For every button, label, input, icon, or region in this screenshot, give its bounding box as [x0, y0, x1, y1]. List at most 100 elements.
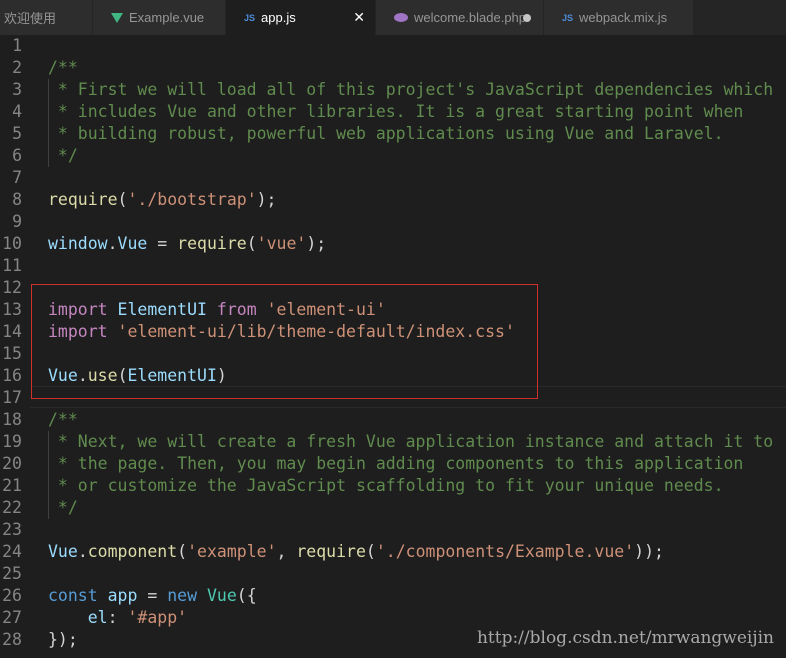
code-token: . — [107, 234, 118, 253]
code-token: ( — [365, 542, 376, 561]
code-token: * building robust, powerful web applicat… — [48, 124, 724, 143]
code-line[interactable]: 2 /** — [0, 57, 786, 79]
line-number: 11 — [2, 256, 22, 275]
tab-example-vue[interactable]: Example.vue — [93, 0, 226, 35]
tab-bar: 欢迎使用 Example.vue JS app.js ✕ welcome.blade.ph… — [0, 0, 786, 35]
line-number: 8 — [12, 190, 22, 209]
code-token: )); — [634, 542, 664, 561]
code-token: }); — [48, 630, 78, 649]
code-token: require — [296, 542, 366, 561]
tab-webpack-mix-js[interactable]: JS webpack.mix.js — [544, 0, 694, 35]
code-line[interactable]: 8 require('./bootstrap'); — [0, 189, 786, 211]
tab-label: app.js — [261, 10, 296, 25]
vue-icon — [111, 12, 123, 23]
code-line[interactable]: 7 — [0, 167, 786, 189]
code-token: * or customize the JavaScript scaffoldin… — [48, 476, 724, 495]
code-line[interactable]: 6 */ — [0, 145, 786, 167]
code-token: const — [48, 586, 98, 605]
code-token: * First we will load all of this project… — [48, 80, 774, 99]
code-token: ( — [246, 234, 257, 253]
code-text: * Next, we will create a fresh Vue appli… — [48, 431, 773, 453]
code-token: /** — [48, 58, 78, 77]
code-token: 'vue' — [256, 234, 307, 253]
code-text: el: '#app' — [48, 607, 187, 629]
tab-label: 欢迎使用 — [4, 11, 57, 26]
code-token: el — [87, 608, 108, 627]
code-line[interactable]: 26 const app = new Vue({ — [0, 585, 786, 607]
code-token: Vue — [206, 586, 237, 605]
line-number: 12 — [2, 278, 22, 297]
code-line[interactable]: 25 — [0, 563, 786, 585]
line-number: 17 — [2, 388, 22, 407]
code-text: * the page. Then, you may begin adding c… — [48, 453, 743, 475]
tab-welcome[interactable]: 欢迎使用 — [0, 0, 93, 35]
unsaved-dot-icon[interactable] — [523, 13, 531, 22]
code-line[interactable]: 3 * First we will load all of this proje… — [0, 79, 786, 101]
code-line[interactable]: 27 el: '#app' — [0, 607, 786, 629]
code-text: * First we will load all of this project… — [48, 79, 773, 101]
code-token: . — [77, 542, 88, 561]
code-line[interactable]: 19 * Next, we will create a fresh Vue ap… — [0, 431, 786, 453]
line-number: 24 — [2, 542, 22, 561]
code-line[interactable]: 5 * building robust, powerful web applic… — [0, 123, 786, 145]
line-number: 25 — [2, 564, 22, 583]
close-icon[interactable]: ✕ — [353, 9, 365, 26]
code-token: app — [107, 586, 138, 605]
code-token: = — [147, 234, 178, 253]
line-number: 13 — [2, 300, 22, 319]
code-text: /** — [48, 409, 78, 431]
code-token: component — [87, 542, 178, 561]
tab-label: welcome.blade.php — [414, 10, 527, 25]
code-line[interactable]: 10 window.Vue = require('vue'); — [0, 233, 786, 255]
js-icon: JS — [562, 12, 574, 23]
line-number: 4 — [12, 102, 22, 121]
code-token: ); — [306, 234, 327, 253]
tab-app-js[interactable]: JS app.js ✕ — [226, 0, 376, 35]
code-text: }); — [48, 629, 78, 651]
code-token: require — [48, 190, 118, 209]
code-text: /** — [48, 57, 78, 79]
code-line[interactable]: 18 /** — [0, 409, 786, 431]
code-line[interactable]: 20 * the page. Then, you may begin addin… — [0, 453, 786, 475]
code-text: require('./bootstrap'); — [48, 189, 277, 211]
code-line[interactable]: 9 — [0, 211, 786, 233]
line-number: 15 — [2, 344, 22, 363]
line-number: 18 — [2, 410, 22, 429]
line-number: 7 — [12, 168, 22, 187]
code-text: window.Vue = require('vue'); — [48, 233, 326, 255]
line-number: 22 — [2, 498, 22, 517]
code-token: require — [177, 234, 247, 253]
line-number: 10 — [2, 234, 22, 253]
code-token: ( — [117, 190, 128, 209]
line-number: 26 — [2, 586, 22, 605]
js-icon: JS — [244, 12, 256, 23]
code-token: ({ — [236, 586, 257, 605]
code-line[interactable]: 24 Vue.component('example', require('./co… — [0, 541, 786, 563]
code-text: * building robust, powerful web applicat… — [48, 123, 724, 145]
code-token: * includes Vue and other libraries. It i… — [48, 102, 744, 121]
code-line[interactable]: 21 * or customize the JavaScript scaffol… — [0, 475, 786, 497]
code-token: : — [107, 608, 128, 627]
code-line[interactable]: 1 — [0, 35, 786, 57]
line-number: 27 — [2, 608, 22, 627]
watermark-text: http://blog.csdn.net/mrwangweijin — [476, 628, 774, 648]
code-token: ); — [256, 190, 277, 209]
tab-welcome-blade-php[interactable]: welcome.blade.php — [376, 0, 544, 35]
code-text: Vue.component('example', require('./comp… — [48, 541, 664, 563]
line-number: 16 — [2, 366, 22, 385]
code-token: 'example' — [187, 542, 277, 561]
code-text: * includes Vue and other libraries. It i… — [48, 101, 743, 123]
code-token: ( — [177, 542, 188, 561]
code-line[interactable]: 22 */ — [0, 497, 786, 519]
code-token: */ — [48, 146, 78, 165]
php-icon — [394, 13, 408, 22]
tab-label: Example.vue — [129, 10, 205, 25]
code-line[interactable]: 4 * includes Vue and other libraries. It… — [0, 101, 786, 123]
code-line[interactable]: 11 — [0, 255, 786, 277]
code-token: , — [276, 542, 297, 561]
line-number: 23 — [2, 520, 22, 539]
code-line[interactable]: 23 — [0, 519, 786, 541]
